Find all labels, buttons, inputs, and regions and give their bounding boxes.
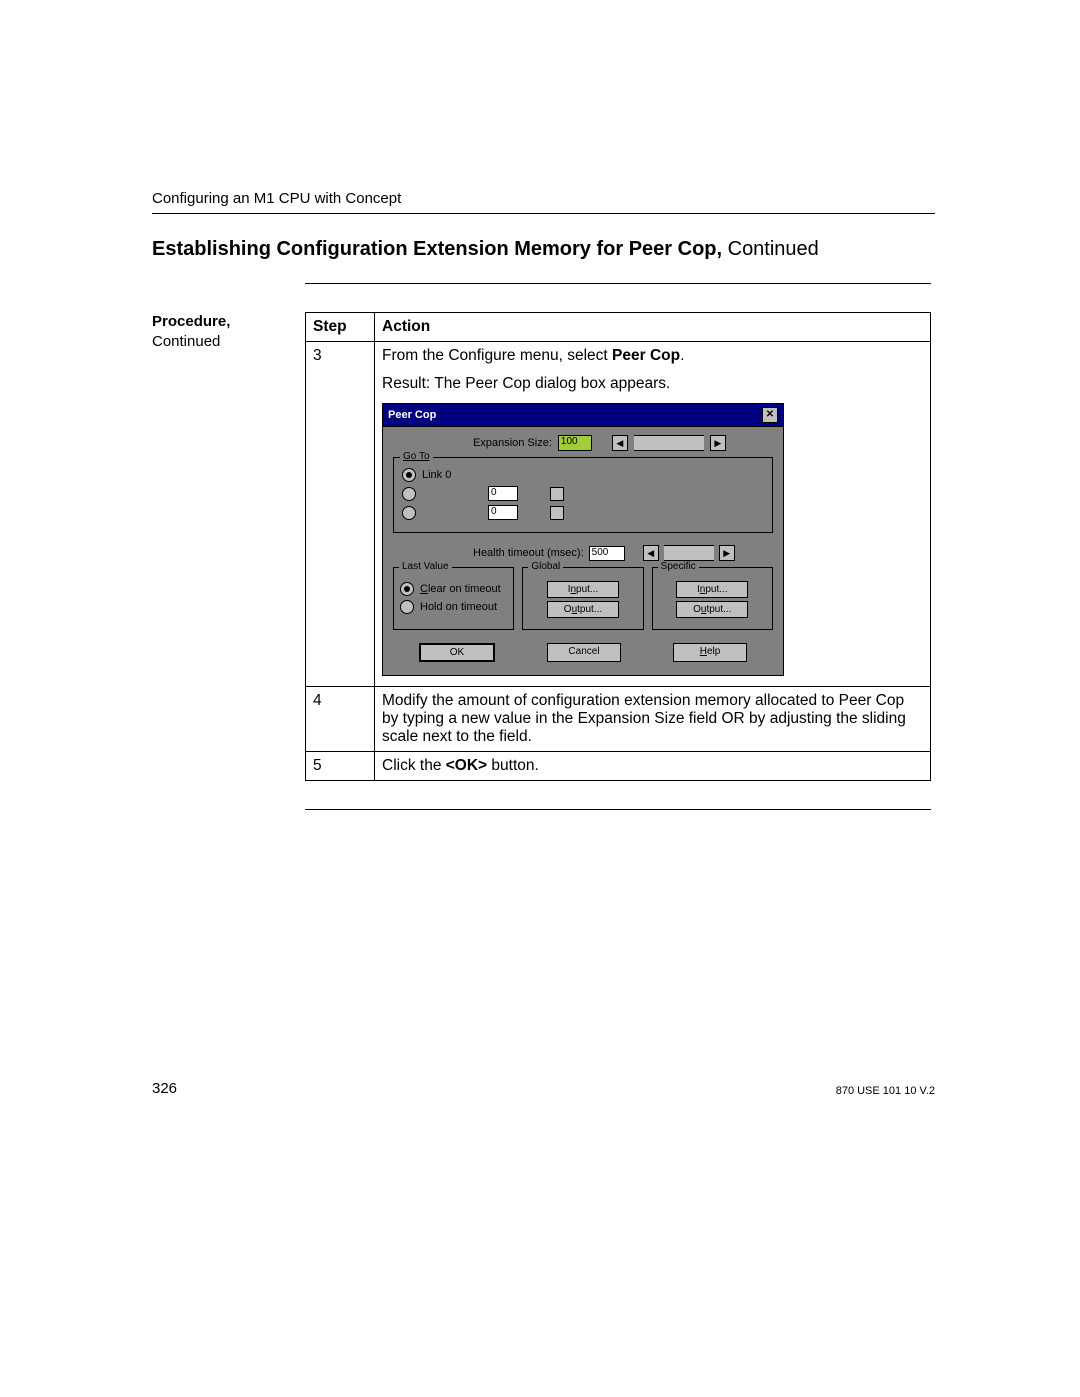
action-cell: Click the <OK> button.	[375, 752, 931, 781]
global-legend: Global	[528, 561, 563, 572]
hold-row: Hold on timeout	[400, 600, 507, 614]
link0-label: Link 0	[422, 469, 451, 481]
expansion-scroll-track[interactable]	[634, 435, 704, 451]
link2-row: 0	[402, 505, 764, 520]
lastvalue-fieldset: Last Value Clear on timeout Hold	[393, 567, 514, 630]
body-row: Procedure, Continued Step Action 3 From …	[152, 312, 935, 781]
specific-legend: Specific	[658, 561, 699, 572]
running-header: Configuring an M1 CPU with Concept	[152, 190, 935, 207]
table-row: 5 Click the <OK> button.	[306, 752, 931, 781]
peer-cop-dialog: Peer Cop ✕ Expansion Size: 100 ◀	[382, 403, 784, 676]
side-label: Procedure, Continued	[152, 312, 305, 353]
hold-radio[interactable]	[400, 600, 414, 614]
dialog-titlebar: Peer Cop ✕	[383, 404, 783, 427]
col-action-header: Action	[375, 313, 931, 342]
step3-line1b: Peer Cop	[612, 347, 680, 364]
three-column-row: Last Value Clear on timeout Hold	[393, 567, 773, 630]
global-output-button[interactable]: Output...	[547, 601, 619, 618]
goto-legend: Go To	[400, 451, 433, 462]
health-row: Health timeout (msec): 500 ◀ ▶	[473, 545, 773, 561]
specific-fieldset: Specific Input... Output...	[652, 567, 773, 630]
lastvalue-legend: Last Value	[399, 561, 452, 572]
bottom-button-row: OK Cancel Help	[393, 640, 773, 665]
action-cell: Modify the amount of configuration exten…	[375, 687, 931, 752]
expansion-size-field[interactable]: 100	[558, 435, 592, 451]
arrow-left-icon[interactable]: ◀	[612, 435, 628, 451]
health-arrow-right-icon[interactable]: ▶	[719, 545, 735, 561]
goto-fieldset: Go To Link 0 0	[393, 457, 773, 533]
link1-radio[interactable]	[402, 487, 416, 501]
section-title-continued: Continued	[722, 238, 819, 260]
page-number: 326	[152, 1080, 177, 1097]
step5-c: button.	[487, 757, 539, 774]
link2-field[interactable]: 0	[488, 505, 518, 520]
close-icon[interactable]: ✕	[762, 407, 778, 423]
specific-output-button[interactable]: Output...	[676, 601, 748, 618]
health-scroll-track[interactable]	[664, 545, 714, 561]
health-arrow-left-icon[interactable]: ◀	[643, 545, 659, 561]
health-label: Health timeout (msec):	[473, 547, 584, 559]
link0-row: Link 0	[402, 468, 764, 482]
procedure-table: Step Action 3 From the Configure menu, s…	[305, 312, 931, 781]
dialog-body: Expansion Size: 100 ◀ ▶ Go To	[383, 427, 783, 675]
expansion-row: Expansion Size: 100 ◀ ▶	[473, 435, 773, 451]
link0-radio[interactable]	[402, 468, 416, 482]
side-label-bold: Procedure,	[152, 313, 230, 330]
link2-check[interactable]	[550, 506, 564, 520]
link1-field[interactable]: 0	[488, 486, 518, 501]
step-cell: 4	[306, 687, 375, 752]
expansion-label: Expansion Size:	[473, 437, 552, 449]
step-cell: 3	[306, 342, 375, 687]
dialog-title: Peer Cop	[388, 409, 436, 421]
global-fieldset: Global Input... Output...	[522, 567, 643, 630]
step5-a: Click the	[382, 757, 446, 774]
ok-button[interactable]: OK	[419, 643, 495, 662]
table-row: 3 From the Configure menu, select Peer C…	[306, 342, 931, 687]
section-rule-bottom	[305, 809, 931, 810]
link1-check[interactable]	[550, 487, 564, 501]
hold-label: Hold on timeout	[420, 601, 497, 613]
clear-radio[interactable]	[400, 582, 414, 596]
step3-line2: Result: The Peer Cop dialog box appears.	[382, 375, 670, 392]
arrow-right-icon[interactable]: ▶	[710, 435, 726, 451]
page-footer: 326 870 USE 101 10 V.2	[152, 1080, 935, 1097]
global-input-button[interactable]: Input...	[547, 581, 619, 598]
specific-input-button[interactable]: Input...	[676, 581, 748, 598]
step3-line1c: .	[680, 347, 684, 364]
section-title: Establishing Configuration Extension Mem…	[152, 236, 935, 263]
table-row: 4 Modify the amount of configuration ext…	[306, 687, 931, 752]
dialog-screenshot: Peer Cop ✕ Expansion Size: 100 ◀	[382, 403, 923, 676]
section-title-bold: Establishing Configuration Extension Mem…	[152, 238, 722, 260]
step3-line1a: From the Configure menu, select	[382, 347, 612, 364]
section-rule-top	[305, 283, 931, 284]
clear-row: Clear on timeout	[400, 582, 507, 596]
side-label-continued: Continued	[152, 333, 220, 350]
action-cell: From the Configure menu, select Peer Cop…	[375, 342, 931, 687]
col-step-header: Step	[306, 313, 375, 342]
link2-radio[interactable]	[402, 506, 416, 520]
document-page: Configuring an M1 CPU with Concept Estab…	[0, 0, 1080, 1397]
step-cell: 5	[306, 752, 375, 781]
cancel-button[interactable]: Cancel	[547, 643, 621, 662]
health-timeout-field[interactable]: 500	[589, 546, 625, 561]
clear-label: Clear on timeout	[420, 583, 501, 595]
header-rule	[152, 213, 935, 214]
step5-b: <OK>	[446, 757, 487, 774]
help-button[interactable]: Help	[673, 643, 747, 662]
link1-row: 0	[402, 486, 764, 501]
document-id: 870 USE 101 10 V.2	[836, 1085, 935, 1097]
